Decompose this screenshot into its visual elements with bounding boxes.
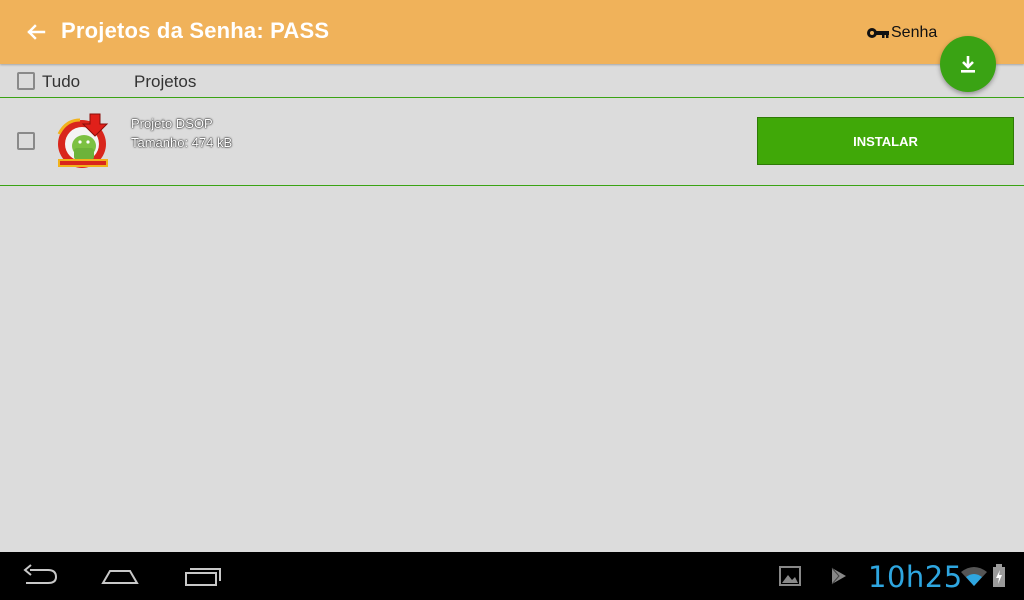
list-header: Tudo Projetos <box>0 64 1024 98</box>
download-fab[interactable] <box>940 36 996 92</box>
page-title: Projetos da Senha: PASS <box>61 18 330 43</box>
projects-column-label: Projetos <box>134 72 197 91</box>
project-checkbox[interactable] <box>17 132 35 150</box>
project-name: Projeto DSOP <box>131 116 213 131</box>
home-icon[interactable] <box>98 562 142 590</box>
play-store-notification-icon[interactable] <box>816 562 860 590</box>
password-button-label: Senha <box>891 24 938 41</box>
install-button[interactable]: INSTALAR <box>757 117 1014 165</box>
back-icon[interactable] <box>18 562 62 590</box>
list-item: Projeto DSOP Tamanho: 474 kB INSTALAR <box>0 98 1024 186</box>
download-icon <box>961 56 975 73</box>
select-all-checkbox[interactable] <box>17 72 35 90</box>
system-nav-bar: 10h25 <box>0 552 1024 600</box>
recents-icon[interactable] <box>180 562 224 590</box>
gallery-notification-icon[interactable] <box>768 562 812 590</box>
project-size: Tamanho: 474 kB <box>131 135 233 150</box>
app-bar: Projetos da Senha: PASS Senha <box>0 0 1024 64</box>
wifi-icon <box>960 566 988 593</box>
battery-charging-icon <box>992 564 1006 593</box>
status-clock: 10h25 <box>868 560 963 594</box>
password-button[interactable]: Senha <box>866 22 937 44</box>
select-all-label: Tudo <box>42 72 81 91</box>
key-icon <box>867 28 889 38</box>
arrow-back-icon[interactable] <box>22 18 50 46</box>
class-installer-logo <box>54 112 112 170</box>
